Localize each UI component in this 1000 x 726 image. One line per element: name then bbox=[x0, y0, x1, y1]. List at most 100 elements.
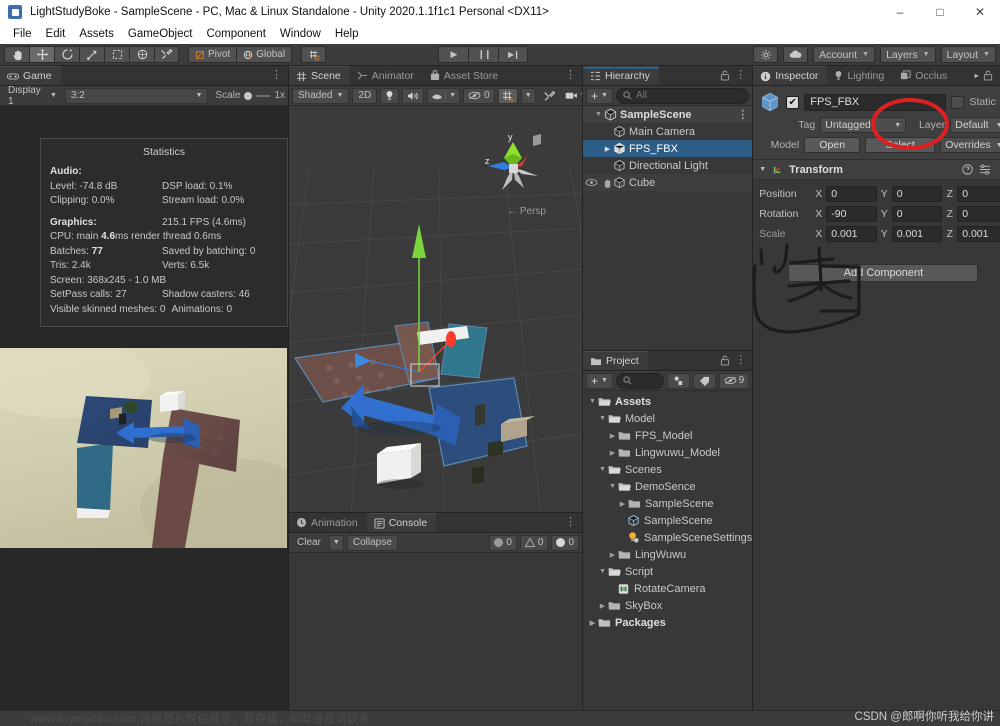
panel-menu-icon[interactable]: ⋮ bbox=[565, 70, 576, 81]
scene-view[interactable]: y z ← Persp bbox=[289, 106, 582, 512]
transform-tool-icon[interactable] bbox=[129, 46, 154, 63]
hierarchy-row-samplescene[interactable]: ▼ SampleScene ⋮ bbox=[583, 106, 753, 123]
expand-arrow-icon[interactable]: ▼ bbox=[607, 483, 618, 490]
panel-menu-icon[interactable]: ⋮ bbox=[565, 517, 576, 528]
display-dropdown[interactable]: Display 1 ▼ bbox=[3, 85, 62, 107]
menu-assets[interactable]: Assets bbox=[72, 26, 121, 42]
game-view[interactable]: Statistics Audio: Level: -74.8 dB DSP lo… bbox=[0, 106, 288, 710]
scale-slider-handle[interactable] bbox=[244, 91, 253, 100]
expand-arrow-icon[interactable]: ▼ bbox=[597, 568, 608, 575]
scale-y-field[interactable]: 0.001 bbox=[891, 226, 943, 242]
select-button[interactable]: Select bbox=[865, 137, 936, 153]
grid-snap-icon[interactable] bbox=[301, 46, 327, 63]
light-bulb-icon[interactable] bbox=[380, 87, 400, 104]
grid-visibility-icon[interactable] bbox=[497, 87, 518, 104]
project-row-samplescenesettings[interactable]: SampleSceneSettings bbox=[583, 529, 752, 546]
global-button[interactable]: Global bbox=[236, 46, 293, 63]
step-button[interactable]: ▶❙ bbox=[498, 46, 529, 63]
hierarchy-row-directional-light[interactable]: Directional Light bbox=[583, 157, 752, 174]
expand-arrow-icon[interactable]: ▶ bbox=[587, 619, 598, 627]
help-icon[interactable] bbox=[961, 164, 973, 175]
menu-gameobject[interactable]: GameObject bbox=[121, 26, 200, 42]
panel-menu-icon[interactable]: ⋮ bbox=[735, 355, 746, 366]
static-checkbox[interactable] bbox=[951, 95, 965, 109]
tab-scene[interactable]: Scene bbox=[289, 66, 350, 85]
project-row-scenes[interactable]: ▼ Scenes bbox=[583, 461, 752, 478]
menu-component[interactable]: Component bbox=[199, 26, 272, 42]
wrench-icon[interactable] bbox=[154, 46, 179, 63]
rotation-z-field[interactable]: 0 bbox=[957, 206, 1000, 222]
lock-icon[interactable] bbox=[720, 70, 730, 81]
object-enabled-checkbox[interactable]: ✔ bbox=[786, 95, 800, 109]
rotation-y-field[interactable]: 0 bbox=[891, 206, 943, 222]
project-row-packages[interactable]: ▶ Packages bbox=[583, 614, 752, 631]
tab-animation[interactable]: Animation bbox=[289, 513, 367, 532]
position-y-field[interactable]: 0 bbox=[891, 186, 943, 202]
expand-arrow-icon[interactable]: ▶ bbox=[617, 500, 628, 508]
tab-animator[interactable]: Animator bbox=[349, 66, 423, 85]
play-button[interactable]: ▶ bbox=[438, 46, 469, 63]
tab-game[interactable]: Game bbox=[0, 66, 61, 85]
clear-button[interactable]: Clear bbox=[292, 535, 326, 551]
menu-edit[interactable]: Edit bbox=[39, 26, 73, 42]
project-row-rotatecamera[interactable]: RotateCamera bbox=[583, 580, 752, 597]
tab-hierarchy[interactable]: Hierarchy bbox=[583, 66, 659, 85]
tab-asset-store[interactable]: Asset Store bbox=[422, 66, 508, 85]
transform-component-header[interactable]: ▼ Transform ⋮ bbox=[753, 160, 1000, 180]
maximize-icon[interactable]: □ bbox=[920, 0, 960, 24]
position-z-field[interactable]: 0 bbox=[957, 186, 1000, 202]
overrides-dropdown[interactable]: Overrides ▼ bbox=[940, 137, 1000, 153]
warning-count-badge[interactable]: 0 bbox=[519, 534, 549, 551]
eye-icon[interactable] bbox=[585, 178, 598, 187]
expand-arrow-icon[interactable]: ▶ bbox=[607, 432, 618, 440]
expand-arrow-icon[interactable]: ▶ bbox=[607, 551, 618, 559]
mode-2d-toggle[interactable]: 2D bbox=[352, 87, 378, 104]
expand-arrow-icon[interactable]: ▶ bbox=[602, 145, 613, 153]
label-icon[interactable] bbox=[692, 372, 716, 389]
tab-occlusion[interactable]: Occlus bbox=[893, 66, 950, 85]
scale-slider-track[interactable] bbox=[256, 94, 271, 97]
layers-dropdown[interactable]: Layers ▼ bbox=[880, 46, 936, 63]
project-row-script[interactable]: ▼ Script bbox=[583, 563, 752, 580]
aspect-dropdown[interactable]: 3:2 ▼ bbox=[64, 87, 209, 104]
scene-view-gizmo[interactable]: y z bbox=[478, 128, 548, 208]
collapse-button[interactable]: Collapse bbox=[346, 534, 398, 551]
tab-lighting[interactable]: Lighting bbox=[827, 66, 894, 85]
create-asset-button[interactable]: + ▼ bbox=[586, 372, 613, 389]
panel-menu-icon[interactable]: ⋮ bbox=[735, 70, 746, 81]
scale-tool-icon[interactable] bbox=[79, 46, 104, 63]
preset-icon[interactable] bbox=[979, 164, 991, 175]
lock-icon[interactable] bbox=[983, 70, 993, 81]
tab-project[interactable]: Project bbox=[583, 351, 648, 370]
collab-icon[interactable] bbox=[753, 46, 779, 63]
position-x-field[interactable]: 0 bbox=[826, 186, 877, 202]
visibility-toggle[interactable]: 9 bbox=[718, 372, 750, 389]
clear-dropdown[interactable]: ▼ bbox=[328, 534, 344, 551]
panel-menu-icon[interactable]: ⋮ bbox=[271, 70, 282, 81]
add-gameobject-button[interactable]: + ▼ bbox=[586, 87, 613, 104]
open-button[interactable]: Open bbox=[804, 137, 861, 153]
tag-dropdown[interactable]: Untagged ▼ bbox=[820, 117, 907, 133]
menu-help[interactable]: Help bbox=[328, 26, 366, 42]
project-search-input[interactable] bbox=[615, 372, 664, 389]
layer-dropdown[interactable]: Default ▼ bbox=[950, 117, 1000, 133]
project-row-samplescene-asset[interactable]: SampleScene bbox=[583, 512, 752, 529]
project-row-assets[interactable]: ▼ Assets bbox=[583, 393, 752, 410]
expand-arrow-icon[interactable]: ▶ bbox=[597, 602, 608, 610]
project-tree[interactable]: ▼ Assets ▼ Model ▶ FPS_Model ▶ Lingwuwu_… bbox=[583, 391, 753, 710]
scene-menu-icon[interactable]: ⋮ bbox=[737, 108, 748, 121]
move-tool-icon[interactable] bbox=[29, 46, 54, 63]
favorite-icon[interactable] bbox=[666, 372, 690, 389]
menu-file[interactable]: File bbox=[6, 26, 39, 42]
speaker-icon[interactable] bbox=[402, 87, 425, 104]
tab-console[interactable]: Console bbox=[366, 513, 437, 532]
object-name-field[interactable]: FPS_FBX bbox=[804, 93, 947, 111]
close-icon[interactable]: ✕ bbox=[960, 0, 1000, 24]
hierarchy-tree[interactable]: ▼ SampleScene ⋮ Main Camera ▶ FPS_FBX Di… bbox=[583, 106, 753, 350]
cloud-icon[interactable] bbox=[783, 46, 809, 63]
scale-z-field[interactable]: 0.001 bbox=[957, 226, 1000, 242]
log-count-badge[interactable]: 0 bbox=[489, 534, 517, 551]
tab-inspector[interactable]: Inspector bbox=[753, 66, 828, 85]
pivot-button[interactable]: Pivot bbox=[188, 46, 237, 63]
rotation-x-field[interactable]: -90 bbox=[826, 206, 877, 222]
